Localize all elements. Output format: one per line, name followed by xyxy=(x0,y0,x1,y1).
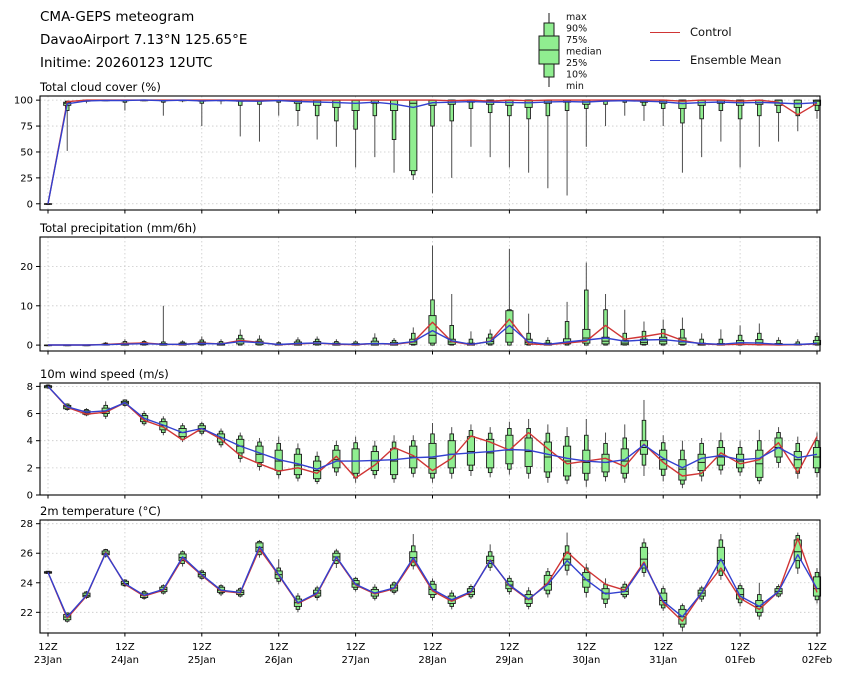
x-tick-hour: 12Z xyxy=(38,642,58,653)
x-tick-hour: 12Z xyxy=(577,642,597,653)
legend-control: Control xyxy=(650,22,781,42)
panel-title-precipitation: Total precipitation (mm/6h) xyxy=(40,221,196,235)
meteogram-page: max90%75%median25%10%min0255075100010200… xyxy=(0,0,841,680)
box-legend: max90%75%median25%10%min xyxy=(539,12,602,92)
control-line-swatch xyxy=(650,32,680,33)
panel-title-wind-speed: 10m wind speed (m/s) xyxy=(40,367,169,381)
y-tick-label: 0 xyxy=(27,199,33,210)
y-tick-label: 50 xyxy=(20,147,33,158)
y-tick-label: 0 xyxy=(27,341,33,352)
panel-precipitation: 0 10 20 xyxy=(20,237,820,355)
y-tick-label: 0 xyxy=(27,491,33,502)
header: CMA-GEPS meteogram DavaoAirport 7.13°N 1… xyxy=(40,6,247,75)
panel-cloud-cover: 0 25 50 75 100 xyxy=(14,96,821,214)
x-tick-day: 25Jan xyxy=(188,655,216,666)
y-axis: 22 24 26 28 xyxy=(20,519,40,619)
legend-ensemble-mean-label: Ensemble Mean xyxy=(690,53,781,67)
box-legend-label: 75% xyxy=(566,35,587,46)
legend-ensemble-mean: Ensemble Mean xyxy=(650,50,781,70)
y-tick-label: 25 xyxy=(20,173,33,184)
x-tick-hour: 12Z xyxy=(500,642,520,653)
y-tick-label: 6 xyxy=(27,409,33,420)
x-tick-day: 30Jan xyxy=(572,655,600,666)
panel-title-cloud-cover: Total cloud cover (%) xyxy=(40,80,161,94)
panel-wind-speed: 0 2 4 6 8 xyxy=(27,382,821,502)
panel-temperature: 22 24 26 28 xyxy=(20,519,820,636)
meteogram-chart: max90%75%median25%10%min0255075100010200… xyxy=(0,0,841,680)
x-tick-hour: 12Z xyxy=(192,642,212,653)
x-tick-hour: 12Z xyxy=(730,642,750,653)
box-legend-label: 90% xyxy=(566,24,587,35)
y-axis: 0 10 20 xyxy=(20,262,40,352)
y-tick-label: 100 xyxy=(14,96,33,107)
ensemble-mean-line-swatch xyxy=(650,60,680,61)
x-tick-hour: 12Z xyxy=(807,642,827,653)
x-tick-day: 31Jan xyxy=(649,655,677,666)
y-axis: 0 2 4 6 8 xyxy=(27,382,40,502)
x-tick-hour: 12Z xyxy=(653,642,673,653)
panel-frame xyxy=(40,383,820,495)
x-tick-hour: 12Z xyxy=(346,642,366,653)
x-tick-day: 01Feb xyxy=(725,655,755,666)
station-info: DavaoAirport 7.13°N 125.65°E xyxy=(40,29,247,52)
init-time: Initime: 20260123 12UTC xyxy=(40,52,247,75)
box-legend-label: 10% xyxy=(566,70,587,81)
y-tick-label: 2 xyxy=(27,463,33,474)
gridlines xyxy=(40,520,820,633)
app-title: CMA-GEPS meteogram xyxy=(40,6,247,29)
box-legend-label: 25% xyxy=(566,58,587,69)
y-tick-label: 24 xyxy=(20,578,33,589)
y-tick-label: 10 xyxy=(20,301,33,312)
x-axis-labels: 12Z 23Jan 12Z 24Jan 12Z 25Jan 12Z 26Jan 12Z 27Jan… xyxy=(34,642,832,666)
y-tick-label: 75 xyxy=(20,122,33,133)
panel-title-temperature: 2m temperature (°C) xyxy=(40,504,161,518)
x-tick-hour: 12Z xyxy=(115,642,135,653)
line-legend: Control Ensemble Mean xyxy=(650,22,781,78)
x-tick-day: 29Jan xyxy=(495,655,523,666)
x-tick-hour: 12Z xyxy=(423,642,443,653)
x-tick-day: 26Jan xyxy=(265,655,293,666)
x-tick-day: 27Jan xyxy=(342,655,370,666)
y-tick-label: 4 xyxy=(27,436,33,447)
y-tick-label: 28 xyxy=(20,519,33,530)
x-tick-hour: 12Z xyxy=(269,642,289,653)
legend-control-label: Control xyxy=(690,25,732,39)
y-tick-label: 8 xyxy=(27,382,33,393)
box-legend-label: max xyxy=(566,12,587,23)
x-tick-day: 24Jan xyxy=(111,655,139,666)
y-axis: 0 25 50 75 100 xyxy=(14,96,40,211)
gridlines xyxy=(40,383,820,495)
y-tick-label: 22 xyxy=(20,608,33,619)
box-legend-label: median xyxy=(566,47,602,58)
x-tick-day: 23Jan xyxy=(34,655,62,666)
y-tick-label: 20 xyxy=(20,262,33,273)
y-tick-label: 26 xyxy=(20,549,33,560)
x-tick-day: 28Jan xyxy=(418,655,446,666)
box-legend-label: min xyxy=(566,81,584,92)
x-tick-day: 02Feb xyxy=(802,655,832,666)
panel-frame xyxy=(40,520,820,633)
